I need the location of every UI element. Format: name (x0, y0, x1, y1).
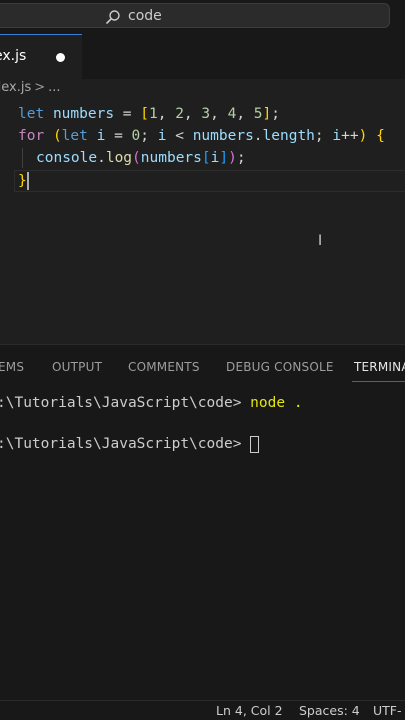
indent-guide (22, 148, 23, 168)
tab-label: ex.js (0, 48, 27, 64)
tab-index-js[interactable]: ex.js (0, 34, 82, 79)
terminal-command: node . (250, 395, 303, 411)
text-caret (26, 172, 29, 190)
current-line-highlight (14, 170, 405, 192)
tab-output[interactable]: OUTPUT (52, 360, 102, 374)
code-editor[interactable]: let numbers = [1, 2, 3, 4, 5]; for (let … (0, 102, 405, 342)
active-tab-indicator (352, 381, 405, 382)
status-encoding[interactable]: UTF- (373, 703, 402, 718)
tab-debug-console[interactable]: DEBUG CONSOLE (226, 360, 334, 374)
command-center-search[interactable]: code (0, 3, 390, 28)
panel-tab-bar: EMS OUTPUT COMMENTS DEBUG CONSOLE TERMIN… (0, 345, 405, 383)
terminal-line-1: :\Tutorials\JavaScript\code> node . (0, 395, 303, 411)
terminal-cursor (250, 435, 260, 453)
status-indentation[interactable]: Spaces: 4 (299, 703, 360, 718)
breadcrumb-file[interactable]: dex.js (0, 80, 31, 95)
tab-terminal[interactable]: TERMINA (354, 360, 405, 374)
search-text: code (128, 8, 162, 24)
breadcrumb-more[interactable]: ... (48, 80, 60, 95)
tab-problems[interactable]: EMS (0, 360, 24, 374)
mouse-ibeam-cursor-icon: I (318, 233, 323, 249)
code-line-3: console.log(numbers[i]); (36, 150, 246, 166)
unsaved-dot-icon[interactable] (56, 53, 65, 62)
terminal-line-2: :\Tutorials\JavaScript\code> (0, 433, 260, 455)
code-line-1: let numbers = [1, 2, 3, 4, 5]; (18, 106, 280, 122)
editor-tab-bar: ex.js (0, 34, 405, 79)
title-bar: code (0, 0, 405, 34)
breadcrumb: dex.js>... (0, 80, 61, 102)
code-line-2: for (let i = 0; i < numbers.length; i++)… (18, 128, 385, 144)
status-cursor-position[interactable]: Ln 4, Col 2 (216, 703, 283, 718)
search-icon (106, 10, 120, 24)
terminal[interactable]: :\Tutorials\JavaScript\code> node . :\Tu… (0, 383, 405, 700)
code-line-4: } (18, 172, 29, 190)
tab-comments[interactable]: COMMENTS (128, 360, 200, 374)
chevron-right-icon: > (34, 80, 46, 95)
status-bar: Ln 4, Col 2 Spaces: 4 UTF- (0, 700, 405, 720)
